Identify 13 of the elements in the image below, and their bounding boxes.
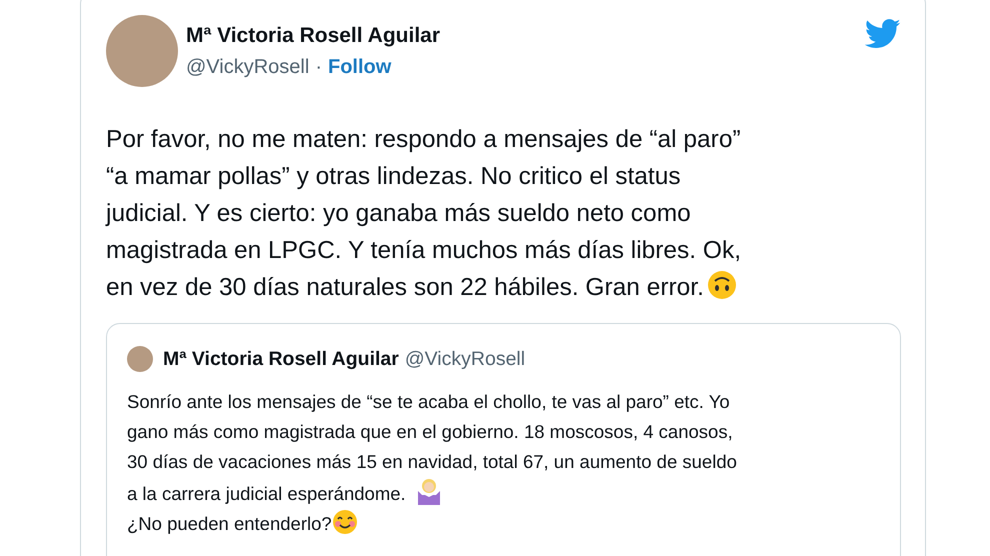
follow-link[interactable]: Follow xyxy=(328,56,392,78)
quoted-author-handle: @VickyRosell xyxy=(404,348,526,370)
tweet-text: Por favor, no me maten: respondo a mensajes de “al paro” “a mamar pollas” y otras lindezas. No critico el status judicial. Y es cierto: yo ganaba más sueldo neto como magistrada en LPGC. Y tenía muchos más días libres. Ok, en vez de 30 días naturales son 22 hábiles. Gran error. xyxy=(106,125,742,303)
upside-down-face-icon xyxy=(706,270,737,300)
avatar xyxy=(127,346,153,372)
quoted-author-name: Mª Victoria Rosell Aguilar xyxy=(163,348,399,370)
bird-logo-icon[interactable] xyxy=(865,19,901,49)
separator-dot: · xyxy=(315,56,322,78)
author-name: Mª Victoria Rosell Aguilar xyxy=(186,24,441,48)
person-shrugging-icon xyxy=(416,477,442,505)
quoted-tweet-text: Sonrío ante los mensajes de “se te acaba el chollo, te vas al paro” etc. Yo gano más como magistrada que en el gobierno. 18 moscosos, 4 canosos, 30 días de vacaciones más 15 en navidad, total 67, un aumento de sueldo a la carrera judicial esperándome. ¿No pueden entenderlo? xyxy=(127,390,738,537)
author-handle: @VickyRosell xyxy=(186,56,310,78)
smiling-face-icon xyxy=(332,509,358,535)
